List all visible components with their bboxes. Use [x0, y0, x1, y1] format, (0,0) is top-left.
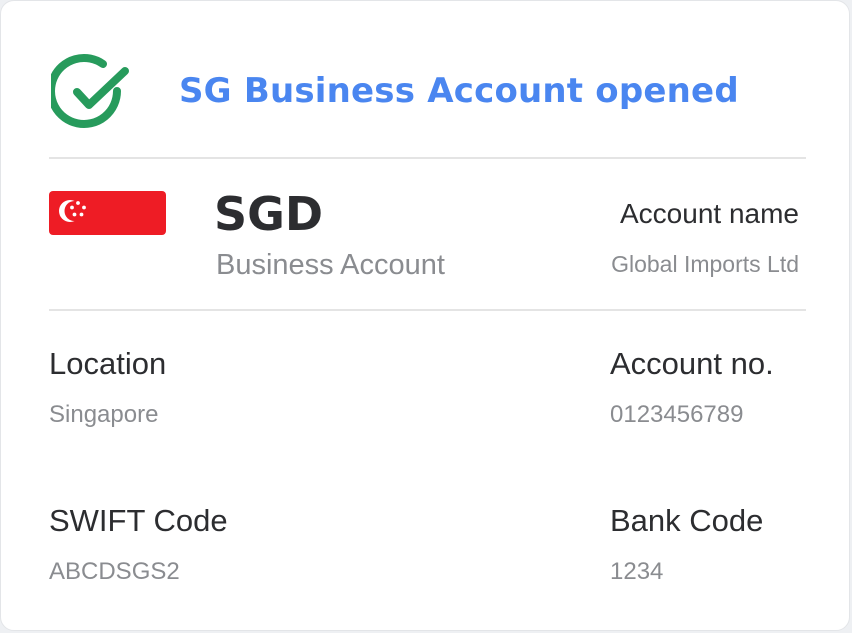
singapore-flag-icon [49, 191, 166, 235]
account-type: Business Account [216, 249, 445, 281]
bank-code-label: Bank Code [610, 503, 764, 538]
divider [49, 157, 806, 159]
swift-code-value: ABCDSGS2 [49, 558, 180, 585]
account-opened-card: SG Business Account opened SGD Business … [0, 0, 850, 631]
account-number-label: Account no. [610, 346, 774, 381]
currency-code: SGD [214, 187, 324, 241]
location-label: Location [49, 346, 167, 381]
page-title: SG Business Account opened [179, 71, 739, 111]
check-circle-icon [51, 54, 129, 128]
location-value: Singapore [49, 401, 159, 428]
bank-code-value: 1234 [610, 558, 664, 585]
swift-code-label: SWIFT Code [49, 503, 228, 538]
account-name-value: Global Imports Ltd [611, 251, 799, 277]
account-number-value: 0123456789 [610, 401, 744, 428]
account-name-label: Account name [620, 198, 799, 229]
divider [49, 309, 806, 311]
